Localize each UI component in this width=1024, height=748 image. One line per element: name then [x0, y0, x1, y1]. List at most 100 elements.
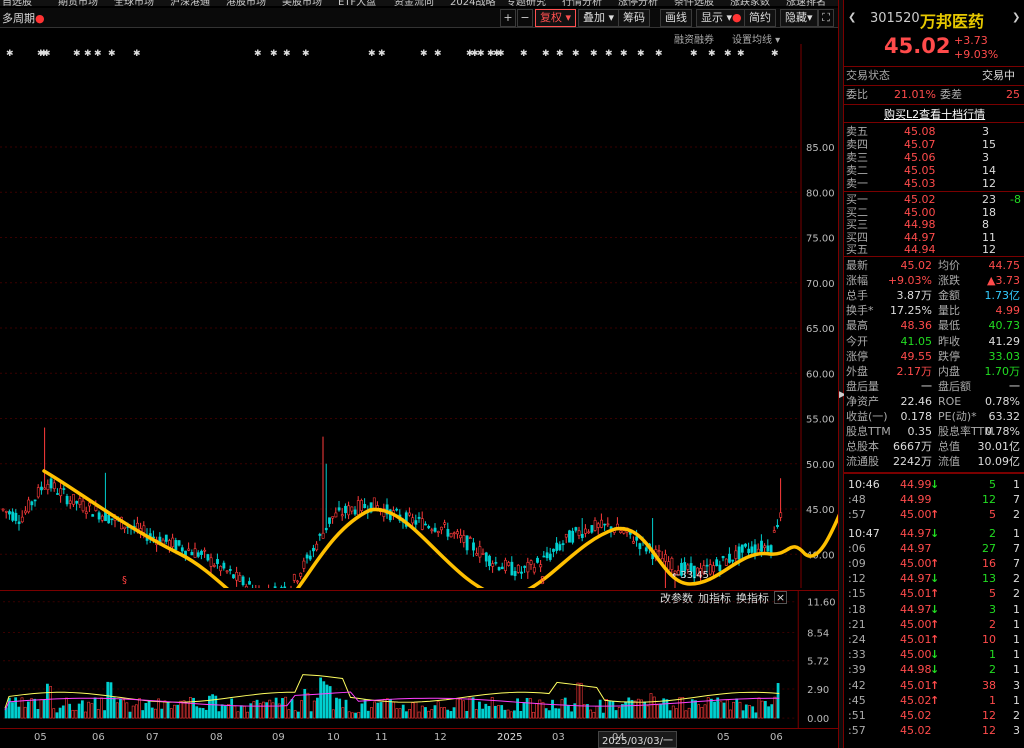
event-star-icon[interactable]: ✱ — [620, 49, 628, 59]
tick-row[interactable]: 10:46 44.99 ↓ 5 1 — [844, 478, 1024, 492]
menu-item[interactable]: 涨停分析 — [618, 0, 658, 6]
stat-value: 2242万 — [893, 455, 932, 469]
menu-item[interactable]: 沪深港通 — [170, 0, 210, 6]
menu-item[interactable]: 美股市场 — [282, 0, 322, 6]
overlay-button[interactable]: 叠加 ▾ — [578, 9, 620, 27]
event-star-icon[interactable]: ✱ — [94, 49, 102, 59]
event-star-icon[interactable]: ✱ — [708, 49, 716, 59]
l2-link[interactable]: 购买L2查看十档行情 — [884, 106, 985, 122]
event-star-icon[interactable]: ✱ — [43, 49, 51, 59]
draw-line-button[interactable]: 画线 — [660, 9, 692, 27]
ask-row[interactable]: 卖五 45.08 3 — [844, 125, 1024, 139]
event-star-icon[interactable]: ✱ — [572, 49, 580, 59]
tick-row[interactable]: :39 44.98 ↓ 2 1 — [844, 663, 1024, 677]
chips-button[interactable]: 筹码 — [618, 9, 650, 27]
event-star-icon[interactable]: ✱ — [84, 49, 92, 59]
tick-row[interactable]: :15 45.01 ↑ 5 2 — [844, 587, 1024, 601]
next-stock-icon[interactable]: ❯ — [1012, 12, 1020, 23]
volume-bar — [160, 708, 164, 719]
menu-item[interactable]: 自选股 — [2, 0, 32, 6]
hide-button[interactable]: 隐藏▾ — [780, 9, 818, 27]
menu-item[interactable]: 资金流向 — [394, 0, 434, 6]
ask-row[interactable]: 卖四 45.07 15 — [844, 138, 1024, 152]
expand-icon[interactable]: ⛶ — [818, 9, 834, 27]
event-star-icon[interactable]: ✱ — [477, 49, 485, 59]
menu-item[interactable]: 2024战略 — [450, 0, 495, 6]
prev-stock-icon[interactable]: ❮ — [848, 12, 856, 23]
event-star-icon[interactable]: ✱ — [556, 49, 564, 59]
display-button[interactable]: 显示 ▾● — [696, 9, 747, 27]
event-star-icon[interactable]: ✱ — [637, 49, 645, 59]
simple-button[interactable]: 简约 — [744, 9, 776, 27]
tick-row[interactable]: :09 45.00 ↑ 16 7 — [844, 557, 1024, 571]
candle-body — [65, 495, 69, 505]
event-star-icon[interactable]: ✱ — [420, 49, 428, 59]
event-star-icon[interactable]: ✱ — [590, 49, 598, 59]
event-star-icon[interactable]: ✱ — [6, 49, 14, 59]
zoom-in-button[interactable]: + — [500, 9, 516, 27]
event-star-icon[interactable]: ✱ — [254, 49, 262, 59]
tick-row[interactable]: :33 45.00 ↓ 1 1 — [844, 648, 1024, 662]
volume-chart[interactable]: 11.60 8.54 5.72 2.90 0.00 — [0, 590, 838, 728]
ask-row[interactable]: 卖一 45.03 12 — [844, 177, 1024, 191]
event-star-icon[interactable]: ✱ — [737, 49, 745, 59]
stat-row: 股息TTM 0.35 股息率TTM 0.78% — [844, 425, 1024, 439]
menu-item[interactable]: 涨速排名 — [786, 0, 826, 6]
ask-label: 卖四 — [846, 138, 868, 151]
event-star-icon[interactable]: ✱ — [497, 49, 505, 59]
menu-item[interactable]: 港股市场 — [226, 0, 266, 6]
menu-item[interactable]: 专题研究 — [506, 0, 546, 6]
tick-row[interactable]: :18 44.97 ↓ 3 1 — [844, 603, 1024, 617]
event-star-icon[interactable]: ✱ — [690, 49, 698, 59]
event-star-icon[interactable]: ✱ — [133, 49, 141, 59]
tick-row[interactable]: :51 45.02 12 2 — [844, 709, 1024, 723]
volume-bar — [179, 700, 183, 719]
candlestick-chart[interactable]: 85.00 80.00 75.00 70.00 65.00 60.00 55.00 50.00… — [0, 44, 838, 588]
tick-row[interactable]: 10:47 44.97 ↓ 2 1 — [844, 527, 1024, 541]
period-selector[interactable]: 多周期● — [2, 10, 45, 26]
event-star-icon[interactable]: ✱ — [368, 49, 376, 59]
volume-bar — [106, 681, 110, 719]
menu-item[interactable]: 行情分析 — [562, 0, 602, 6]
event-star-icon[interactable]: ✱ — [771, 49, 779, 59]
tick-row[interactable]: :06 44.97 27 7 — [844, 542, 1024, 556]
event-star-icon[interactable]: ✱ — [378, 49, 386, 59]
zoom-out-button[interactable]: − — [517, 9, 533, 27]
tick-row[interactable]: :45 45.02 ↑ 1 1 — [844, 694, 1024, 708]
menu-item[interactable]: 全球市场 — [114, 0, 154, 6]
menu-item[interactable]: 涨跌家数 — [730, 0, 770, 6]
tick-row[interactable]: :57 45.02 12 3 — [844, 724, 1024, 738]
tick-row[interactable]: :42 45.01 ↑ 38 3 — [844, 679, 1024, 693]
menu-item[interactable]: 条件选股 — [674, 0, 714, 6]
volume-bar — [233, 705, 237, 719]
ask-row[interactable]: 卖三 45.06 3 — [844, 151, 1024, 165]
event-star-icon[interactable]: ✱ — [270, 49, 278, 59]
event-marker-icon[interactable]: § — [540, 575, 545, 586]
menu-item[interactable]: ETF大盘 — [338, 0, 376, 6]
event-star-icon[interactable]: ✱ — [520, 49, 528, 59]
bid-row[interactable]: 买五 44.94 12 — [844, 243, 1024, 257]
event-star-icon[interactable]: ✱ — [302, 49, 310, 59]
fuquan-button[interactable]: 复权 ▾ — [535, 9, 577, 27]
event-star-icon[interactable]: ✱ — [434, 49, 442, 59]
candle-body — [593, 520, 597, 531]
event-marker-icon[interactable]: § — [122, 575, 127, 586]
event-star-icon[interactable]: ✱ — [655, 49, 663, 59]
event-star-icon[interactable]: ✱ — [542, 49, 550, 59]
volume-bar — [659, 703, 662, 719]
event-star-icon[interactable]: ✱ — [283, 49, 291, 59]
price-tick: 70.00 — [806, 279, 835, 290]
tick-row[interactable]: :57 45.00 ↑ 5 2 — [844, 508, 1024, 522]
event-star-icon[interactable]: ✱ — [73, 49, 81, 59]
ask-row[interactable]: 卖二 45.05 14 — [844, 164, 1024, 178]
menu-item[interactable]: 期货市场 — [58, 0, 98, 6]
tick-row[interactable]: :12 44.97 ↓ 13 2 — [844, 572, 1024, 586]
tick-row[interactable]: :48 44.99 12 7 — [844, 493, 1024, 507]
tick-row[interactable]: :21 45.00 ↑ 2 1 — [844, 618, 1024, 632]
event-star-icon[interactable]: ✱ — [605, 49, 613, 59]
candle-body — [225, 570, 229, 573]
tick-row[interactable]: :24 45.01 ↑ 10 1 — [844, 633, 1024, 647]
event-star-icon[interactable]: ✱ — [108, 49, 116, 59]
event-star-icon[interactable]: ✱ — [724, 49, 732, 59]
volume-bar — [96, 709, 100, 719]
